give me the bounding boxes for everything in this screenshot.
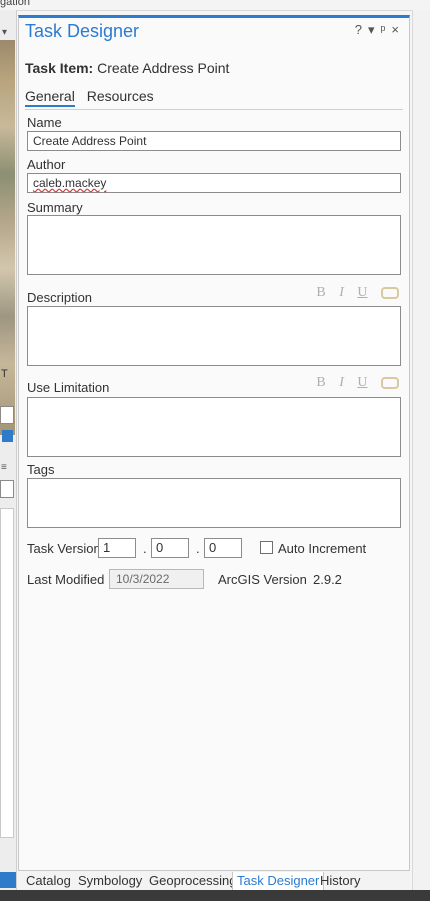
underline-button[interactable]: U — [357, 375, 367, 391]
left-map-pane: ▾ T ≡ — [0, 10, 17, 890]
tab-geoprocessing[interactable]: Geoprocessing — [145, 872, 240, 890]
bold-button[interactable]: B — [316, 285, 325, 301]
name-label: Name — [27, 115, 62, 130]
task-version-label: Task Version — [27, 541, 101, 556]
last-modified-value: 10/3/2022 — [109, 569, 204, 589]
tab-general[interactable]: General — [25, 88, 75, 107]
last-modified-label: Last Modified — [27, 572, 105, 587]
version-separator: . — [196, 541, 200, 556]
italic-button[interactable]: I — [339, 375, 344, 391]
auto-increment-checkbox[interactable] — [260, 541, 273, 554]
name-field[interactable]: Create Address Point — [27, 131, 401, 151]
underline-button[interactable]: U — [357, 285, 367, 301]
tab-symbology[interactable]: Symbology — [74, 872, 146, 890]
top-tab-label[interactable]: gation — [0, 0, 30, 8]
left-pane-box[interactable] — [0, 480, 14, 498]
summary-label: Summary — [27, 200, 83, 215]
auto-increment-label: Auto Increment — [278, 541, 367, 556]
description-format-toolbar: B I U — [306, 285, 399, 301]
left-pane-field[interactable] — [0, 406, 14, 424]
close-icon[interactable]: × — [391, 22, 405, 37]
task-item-heading: Task Item: Create Address Point — [25, 60, 229, 76]
status-bar — [0, 890, 430, 901]
right-pane-edge — [412, 10, 430, 890]
tab-history[interactable]: History — [316, 872, 364, 890]
version-separator: . — [143, 541, 147, 556]
left-pane-tool-icon[interactable] — [2, 430, 13, 442]
tags-textarea[interactable] — [27, 478, 401, 528]
hyperlink-icon[interactable] — [381, 286, 399, 299]
task-designer-pane: Task Designer ?▾ᵖ× Task Item: Create Add… — [18, 15, 410, 890]
task-item-value: Create Address Point — [97, 60, 230, 76]
bottom-tab-bar: Catalog Symbology Geoprocessing Task Des… — [18, 870, 410, 891]
help-icon[interactable]: ? — [355, 22, 368, 37]
left-pane-label: T — [1, 368, 8, 380]
arcgis-version-value: 2.9.2 — [313, 572, 342, 587]
tab-task-designer[interactable]: Task Designer — [232, 872, 325, 891]
pin-icon[interactable]: ᵖ — [380, 22, 391, 37]
author-field[interactable]: caleb.mackey — [27, 173, 401, 193]
pane-controls[interactable]: ?▾ᵖ× — [355, 22, 405, 38]
version-minor-input[interactable]: 0 — [151, 538, 189, 558]
left-pane-dropdown-icon[interactable]: ▾ — [2, 27, 7, 38]
description-label: Description — [27, 290, 93, 305]
use-limitation-textarea[interactable] — [27, 397, 401, 457]
description-textarea[interactable] — [27, 306, 401, 366]
tab-catalog[interactable]: Catalog — [22, 872, 75, 890]
arcgis-version-label: ArcGIS Version — [218, 572, 307, 587]
italic-button[interactable]: I — [339, 285, 344, 301]
options-dropdown-icon[interactable]: ▾ — [368, 22, 381, 37]
use-limitation-format-toolbar: B I U — [306, 375, 399, 391]
tab-divider — [25, 109, 403, 110]
top-tab-strip: gation — [0, 0, 430, 11]
tags-label: Tags — [27, 462, 55, 477]
version-patch-input[interactable]: 0 — [204, 538, 242, 558]
summary-textarea[interactable] — [27, 215, 401, 275]
hyperlink-icon[interactable] — [381, 376, 399, 389]
left-pane-menu-icon[interactable]: ≡ — [1, 462, 7, 473]
left-pane-list[interactable] — [0, 508, 14, 838]
left-bottom-icon[interactable] — [0, 872, 16, 888]
bold-button[interactable]: B — [316, 375, 325, 391]
task-item-label: Task Item: — [25, 60, 94, 76]
version-major-input[interactable]: 1 — [98, 538, 136, 558]
pane-title: Task Designer — [25, 21, 140, 41]
tab-resources[interactable]: Resources — [87, 88, 154, 104]
designer-tabs: General Resources — [25, 88, 162, 107]
use-limitation-label: Use Limitation — [27, 380, 110, 395]
author-label: Author — [27, 157, 66, 172]
